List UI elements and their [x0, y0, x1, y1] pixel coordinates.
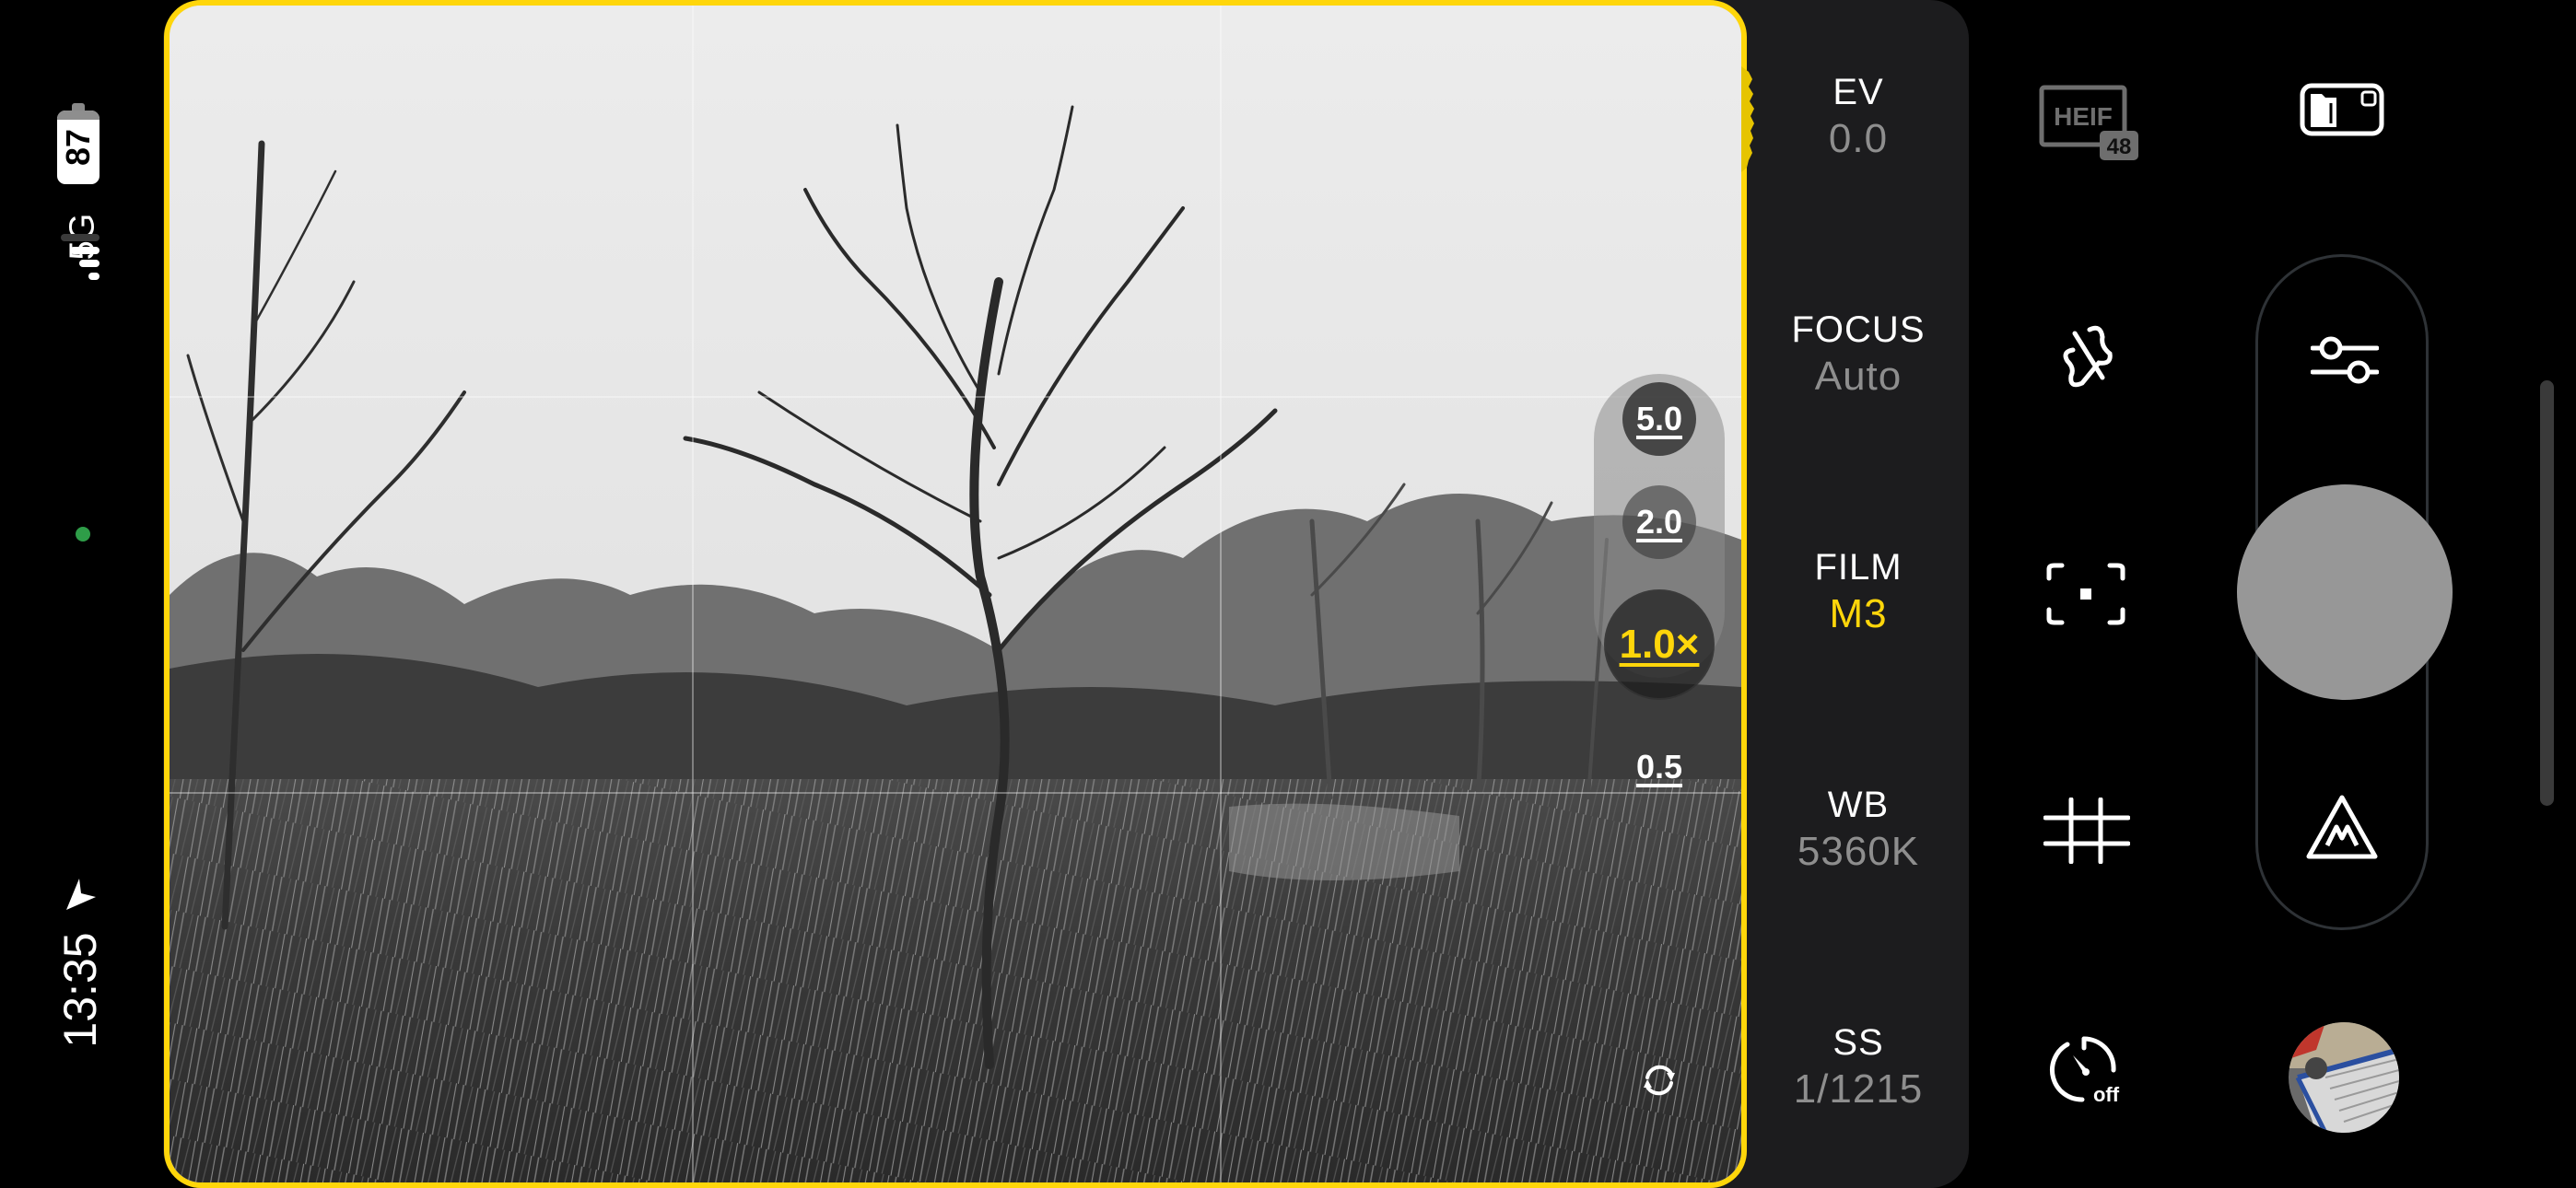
signal-strength-icon [61, 228, 100, 280]
scrollbar[interactable] [2540, 380, 2554, 806]
setting-wb[interactable]: WB 5360K [1785, 783, 1932, 877]
setting-ss[interactable]: SS 1/1215 [1785, 1020, 1932, 1114]
grid-line-vertical-1 [692, 6, 694, 1182]
switch-camera-icon[interactable] [1636, 1057, 1682, 1103]
setting-focus[interactable]: FOCUS Auto [1785, 308, 1932, 402]
privacy-indicator-dot [76, 527, 90, 542]
mode-button[interactable] [2305, 794, 2379, 860]
storage-toggle-icon [2300, 83, 2384, 136]
grid-line-vertical-2 [1220, 6, 1222, 1182]
status-bar: 87 5G 13:35 [0, 0, 164, 1188]
setting-ss-label: SS [1832, 1022, 1884, 1063]
heif-48-icon: HEIF 48 [2039, 85, 2138, 160]
flash-off-icon [2063, 325, 2113, 388]
svg-text:HEIF: HEIF [2054, 102, 2113, 131]
grid-toggle-button[interactable] [2043, 798, 2130, 864]
setting-ev-label: EV [1832, 72, 1884, 112]
focus-frame-icon [2046, 563, 2125, 625]
mountain-m-icon [2306, 795, 2378, 859]
gallery-thumbnail-image [2289, 1022, 2399, 1133]
location-arrow-icon [66, 879, 96, 910]
setting-focus-value: Auto [1814, 354, 1903, 399]
svg-text:48: 48 [2107, 134, 2132, 159]
setting-film-label: FILM [1814, 547, 1903, 588]
zoom-option-0-5x[interactable]: 0.5 [1622, 730, 1696, 804]
grid-line-horizontal-1 [170, 396, 1741, 398]
zoom-option-1x-active[interactable]: 1.0× [1604, 589, 1715, 700]
storage-toggle-button[interactable] [2300, 83, 2384, 136]
timer-button[interactable]: off [2049, 1033, 2125, 1107]
setting-wb-value: 5360K [1797, 829, 1920, 874]
flash-off-button[interactable] [2055, 320, 2121, 392]
grid-icon [2043, 798, 2130, 864]
signal-bar [70, 247, 100, 254]
svg-text:off: off [2093, 1083, 2120, 1106]
signal-bar [61, 234, 100, 241]
setting-ev-value: 0.0 [1828, 116, 1889, 161]
setting-wb-label: WB [1827, 785, 1890, 825]
setting-ev[interactable]: EV 0.0 [1785, 70, 1932, 164]
timer-icon: off [2050, 1036, 2120, 1106]
viewfinder[interactable] [164, 0, 1747, 1188]
zoom-option-5x[interactable]: 5.0 [1622, 382, 1696, 456]
adjustments-button[interactable] [2311, 333, 2379, 387]
shutter-button[interactable] [2237, 484, 2453, 700]
exposure-dial-handle[interactable] [1741, 66, 1765, 172]
battery-level: 87 [59, 128, 97, 167]
gallery-thumbnail[interactable] [2289, 1022, 2399, 1133]
battery-indicator: 87 [57, 103, 100, 184]
setting-film[interactable]: FILM M3 [1785, 545, 1932, 639]
viewfinder-scene [170, 6, 1741, 1182]
sliders-icon [2311, 336, 2379, 384]
zoom-option-2x[interactable]: 2.0 [1622, 485, 1696, 559]
focus-mode-button[interactable] [2045, 562, 2126, 626]
grid-line-horizontal-2 [170, 792, 1741, 794]
signal-bar [79, 260, 100, 267]
format-heif-button[interactable]: HEIF 48 [2039, 85, 2140, 162]
signal-bar [88, 273, 100, 280]
setting-film-value: M3 [1829, 591, 1888, 636]
status-time-label: 13:35 [54, 932, 106, 1048]
setting-focus-label: FOCUS [1791, 309, 1926, 350]
setting-ss-value: 1/1215 [1793, 1066, 1924, 1112]
status-time: 13:35 [39, 912, 122, 1068]
